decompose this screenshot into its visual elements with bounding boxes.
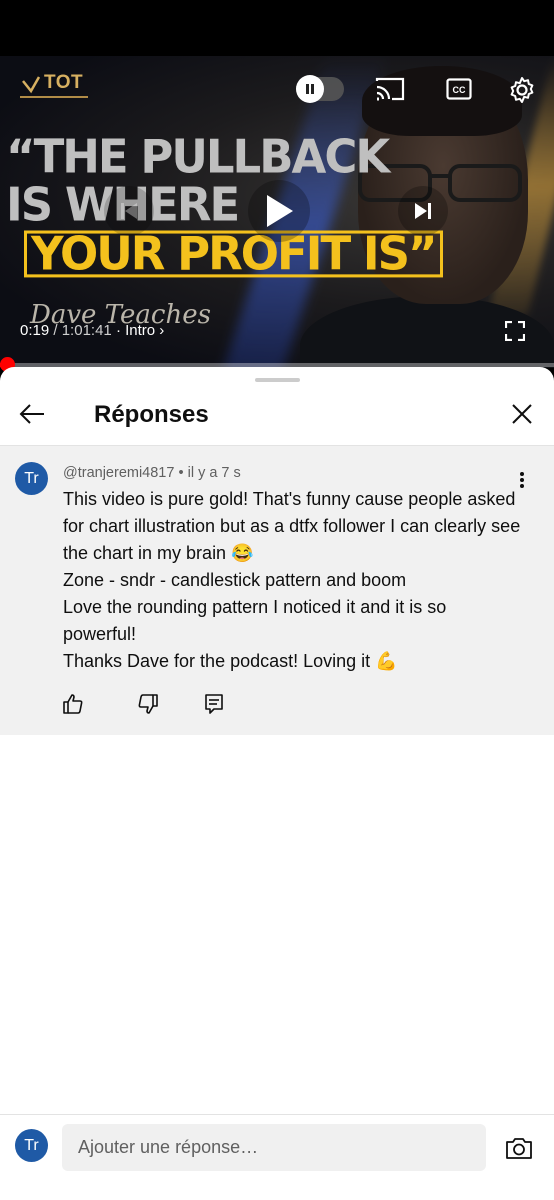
drag-handle[interactable] xyxy=(255,378,300,382)
duration: 1:01:41 xyxy=(61,322,112,339)
comment-body: This video is pure gold! That's funny ca… xyxy=(63,486,523,675)
thumb-down-icon[interactable] xyxy=(135,691,161,717)
status-bar xyxy=(0,0,554,56)
logo-underline xyxy=(20,96,88,98)
comment-author[interactable]: @tranjeremi4817 xyxy=(63,465,174,481)
comment-line: This video is pure gold! That's funny ca… xyxy=(63,489,521,563)
play-icon[interactable] xyxy=(248,180,310,242)
quote-line-2: IS WHERE xyxy=(6,177,240,232)
captions-icon[interactable]: CC xyxy=(445,76,473,102)
svg-text:CC: CC xyxy=(453,85,466,95)
avatar[interactable]: Tr xyxy=(15,462,48,495)
quote-line-1: “THE PULLBACK xyxy=(6,129,390,184)
autoplay-pause-icon[interactable] xyxy=(296,75,324,103)
quote-line-3: YOUR PROFIT IS” xyxy=(24,230,443,278)
comment-line: Thanks Dave for the podcast! Loving it 💪 xyxy=(63,651,398,671)
thumbnail-quote: “THE PULLBACK IS WHERE YOUR PROFIT IS” xyxy=(6,133,443,278)
user-avatar[interactable]: Tr xyxy=(15,1129,48,1162)
comment-age: il y a 7 s xyxy=(187,465,241,481)
reply-icon[interactable] xyxy=(201,691,227,717)
cast-icon[interactable] xyxy=(374,74,406,104)
next-icon[interactable] xyxy=(398,186,448,236)
comment-meta: @tranjeremi4817 • il y a 7 s xyxy=(63,465,241,481)
current-time: 0:19 xyxy=(20,322,50,339)
close-icon[interactable] xyxy=(504,396,540,432)
sheet-header: Réponses xyxy=(0,383,554,445)
time-display[interactable]: 0:19 / 1:01:41 · Intro › xyxy=(20,322,164,339)
sheet-title: Réponses xyxy=(94,401,209,428)
reply-input[interactable] xyxy=(62,1124,486,1171)
comment-line: Zone - sndr - candlestick pattern and bo… xyxy=(63,570,407,590)
chapter-label[interactable]: Intro xyxy=(125,322,155,339)
logo-text: TOT xyxy=(44,72,84,93)
video-player[interactable]: TOT “THE PULLBACK IS WHERE YOUR PROFIT I… xyxy=(0,56,554,368)
arrow-left-icon[interactable] xyxy=(14,396,50,432)
camera-icon[interactable] xyxy=(505,1134,533,1162)
fullscreen-icon[interactable] xyxy=(502,318,528,344)
previous-icon xyxy=(104,186,154,236)
thumb-up-icon[interactable] xyxy=(60,691,86,717)
settings-gear-icon[interactable] xyxy=(506,74,538,106)
replies-sheet: Réponses Tr @tranjeremi4817 • il y a 7 s… xyxy=(0,367,554,1200)
reply-bar: Tr xyxy=(0,1114,554,1200)
chevron-right-icon[interactable]: › xyxy=(159,322,164,339)
comment-line: Love the rounding pattern I noticed it a… xyxy=(63,597,447,644)
parent-comment: Tr @tranjeremi4817 • il y a 7 s This vid… xyxy=(0,446,554,735)
